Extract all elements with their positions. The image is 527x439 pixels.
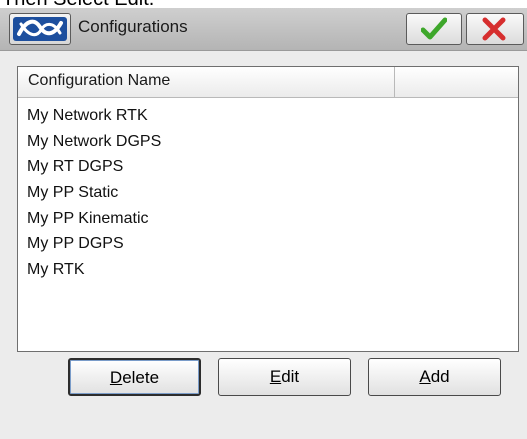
configurations-dialog: Configurations Configuration Name My Net… — [0, 8, 527, 439]
list-rows: My Network RTK My Network DGPS My RT DGP… — [18, 103, 518, 283]
edit-button[interactable]: Edit — [218, 358, 351, 396]
title-bar: Configurations — [0, 8, 527, 51]
configuration-list[interactable]: Configuration Name My Network RTK My Net… — [17, 66, 519, 352]
app-logo-icon — [13, 17, 67, 41]
add-button[interactable]: Add — [368, 358, 501, 396]
list-item[interactable]: My Network RTK — [18, 103, 518, 129]
ok-button[interactable] — [406, 13, 462, 45]
list-header: Configuration Name — [18, 67, 518, 98]
app-logo-button[interactable] — [9, 13, 71, 45]
add-button-label: dd — [430, 367, 450, 386]
close-x-icon — [482, 17, 506, 41]
delete-button[interactable]: Delete — [68, 358, 201, 396]
column-header-empty[interactable] — [396, 67, 518, 97]
list-item[interactable]: My PP DGPS — [18, 231, 518, 257]
delete-button-label: elete — [122, 368, 160, 387]
list-item[interactable]: My PP Static — [18, 180, 518, 206]
delete-button-accel: D — [109, 368, 123, 387]
column-header-configuration-name[interactable]: Configuration Name — [18, 67, 395, 97]
edit-button-accel: E — [269, 367, 282, 386]
list-item[interactable]: My Network DGPS — [18, 129, 518, 155]
list-item[interactable]: My RTK — [18, 257, 518, 283]
edit-button-label: dit — [281, 367, 300, 386]
list-item[interactable]: My RT DGPS — [18, 154, 518, 180]
add-button-accel: A — [419, 367, 431, 386]
dialog-title: Configurations — [78, 17, 188, 36]
list-item[interactable]: My PP Kinematic — [18, 206, 518, 232]
checkmark-icon — [421, 17, 447, 40]
cancel-button[interactable] — [466, 13, 524, 45]
